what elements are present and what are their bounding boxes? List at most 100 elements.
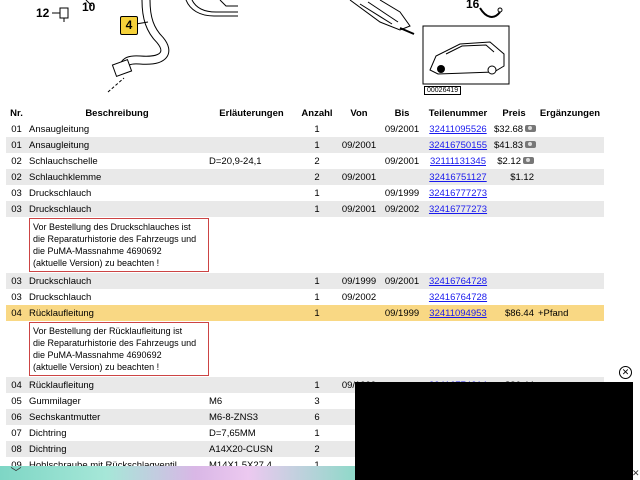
cell-quantity: 1 (296, 201, 338, 217)
cell-part-number: 32416777273 (424, 185, 492, 201)
cell-part-number: 32416764728 (424, 273, 492, 289)
cell-part-number: 32416764728 (424, 289, 492, 305)
cell-to: 09/1999 (380, 305, 424, 321)
note-line: die Reparaturhistorie des Fahrzeugs und (33, 234, 197, 244)
cell-to (380, 169, 424, 185)
cell-extras (536, 289, 604, 305)
part-number-link[interactable]: 32416777273 (429, 188, 487, 199)
cell-explanation: M6-8-ZNS3 (207, 409, 296, 425)
callout-4-badge[interactable]: 4 (120, 16, 138, 35)
note-line: Vor Bestellung des Druckschlauches ist (33, 222, 191, 232)
table-row[interactable]: 03 Druckschlauch 1 09/2001 09/2002 3241677727… (6, 201, 604, 217)
part-number-link[interactable]: 32416764728 (429, 292, 487, 303)
cell-to: 09/2001 (380, 273, 424, 289)
cell-quantity: 2 (296, 169, 338, 185)
header-teilenummer: Teilenummer (424, 105, 492, 121)
header-erlaeuterungen: Erläuterungen (207, 105, 296, 121)
part-number-link[interactable]: 32416751127 (429, 172, 486, 183)
cell-extras (536, 169, 604, 185)
image-id-label: 00026419 (424, 86, 462, 95)
cell-extras: +Pfand (536, 305, 604, 321)
cell-explanation (207, 273, 296, 289)
cell-explanation: D=20,9-24,1 (207, 153, 296, 169)
cell-part-number: 32411094953 (424, 305, 492, 321)
cell-description: Druckschlauch (27, 185, 207, 201)
cell-from (338, 305, 380, 321)
table-row[interactable]: 03 Druckschlauch 1 09/1999 09/2001 3241676472… (6, 273, 604, 289)
cell-part-number: 32416750155 (424, 137, 492, 153)
cell-nr: 04 (6, 305, 27, 321)
cell-extras (536, 121, 604, 137)
part-number-link[interactable]: 32111131345 (430, 156, 486, 167)
cell-description: Schlauchschelle (27, 153, 207, 169)
cell-from (338, 153, 380, 169)
cell-price: $41.83 (492, 137, 536, 153)
header-nr: Nr. (6, 105, 27, 121)
cell-part-number: 32416777273 (424, 201, 492, 217)
banner-close-icon[interactable]: ✕ (632, 468, 640, 479)
cell-description: Druckschlauch (27, 289, 207, 305)
cell-price (492, 185, 536, 201)
cell-to (380, 137, 424, 153)
table-row[interactable]: 03 Druckschlauch 1 09/2002 32416764728 (6, 289, 604, 305)
camera-icon[interactable] (523, 157, 534, 165)
cell-explanation (207, 201, 296, 217)
cell-extras (536, 185, 604, 201)
table-header: Nr. Beschreibung Erläuterungen Anzahl Vo… (6, 105, 604, 121)
cell-nr: 02 (6, 153, 27, 169)
cell-quantity: 2 (296, 153, 338, 169)
cell-explanation (207, 185, 296, 201)
table-row[interactable]: 02 Schlauchklemme 2 09/2001 32416751127 $1.12 (6, 169, 604, 185)
cell-extras (536, 273, 604, 289)
camera-icon[interactable] (525, 141, 536, 149)
table-row[interactable]: 01 Ansaugleitung 1 09/2001 32416750155 $41.83 (6, 137, 604, 153)
cell-description: Sechskantmutter (27, 409, 207, 425)
cell-description: Schlauchklemme (27, 169, 207, 185)
cell-price (492, 273, 536, 289)
table-row[interactable]: 04 Rücklaufleitung 1 09/1999 32411094953 $86.… (6, 305, 604, 321)
cell-quantity: 1 (296, 289, 338, 305)
part-number-link[interactable]: 32416750155 (429, 140, 487, 151)
cell-part-number: 32411095526 (424, 121, 492, 137)
table-row[interactable]: 03 Druckschlauch 1 09/1999 32416777273 (6, 185, 604, 201)
cell-nr: 05 (6, 393, 27, 409)
header-preis: Preis (492, 105, 536, 121)
bottom-banner-ad[interactable] (0, 466, 355, 480)
cell-explanation: D=7,65MM (207, 425, 296, 441)
ad-close-icon[interactable]: ✕ (619, 366, 632, 379)
order-note: Vor Bestellung des Druckschlauches ist di… (29, 218, 209, 272)
cell-quantity: 1 (296, 185, 338, 201)
table-row[interactable]: 01 Ansaugleitung 1 09/2001 32411095526 $32.68 (6, 121, 604, 137)
cell-nr: 03 (6, 273, 27, 289)
price-value: $41.83 (494, 139, 524, 151)
cell-to: 09/2001 (380, 121, 424, 137)
cell-price: $86.44 (492, 305, 536, 321)
note-cell: Vor Bestellung der Rücklaufleitung ist di… (27, 321, 604, 377)
cell-explanation (207, 377, 296, 393)
cell-price (492, 289, 536, 305)
cell-quantity: 6 (296, 409, 338, 425)
part-number-link[interactable]: 32411094953 (429, 308, 486, 319)
part-number-link[interactable]: 32416777273 (429, 204, 487, 215)
cell-from: 09/2001 (338, 169, 380, 185)
note-line: die Reparaturhistorie des Fahrzeugs und (33, 338, 197, 348)
note-line: (aktuelle Version) zu beachten ! (33, 258, 160, 268)
price-value: $32.68 (494, 123, 524, 135)
video-ad-overlay[interactable] (355, 382, 633, 480)
cell-part-number: 32416751127 (424, 169, 492, 185)
cell-description: Dichtring (27, 425, 207, 441)
cell-description: Ansaugleitung (27, 121, 207, 137)
header-ergaenzungen: Ergänzungen (536, 105, 604, 121)
cell-nr: 03 (6, 289, 27, 305)
camera-icon[interactable] (525, 125, 536, 133)
cell-quantity: 1 (296, 377, 338, 393)
price-value: $86.44 (504, 307, 534, 319)
order-note: Vor Bestellung der Rücklaufleitung ist di… (29, 322, 209, 376)
table-row[interactable]: 02 Schlauchschelle D=20,9-24,1 2 09/2001 3211… (6, 153, 604, 169)
chevron-down-icon[interactable]: ﹀ (6, 466, 26, 480)
part-number-link[interactable]: 32411095526 (429, 124, 486, 135)
part-number-link[interactable]: 32416764728 (429, 276, 487, 287)
note-line: die PuMA-Massnahme 4690692 (33, 246, 162, 256)
cell-explanation (207, 169, 296, 185)
cell-extras (536, 201, 604, 217)
